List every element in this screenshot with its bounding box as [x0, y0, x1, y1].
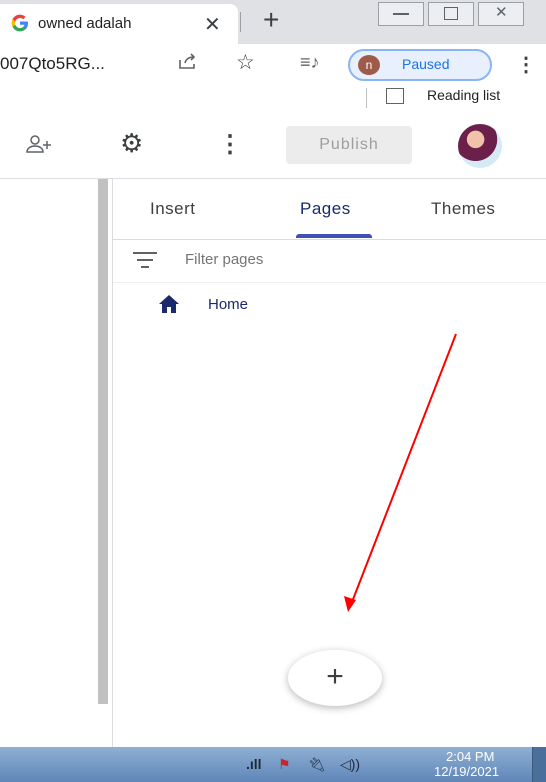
filter-icon — [133, 252, 157, 273]
home-icon — [158, 294, 180, 314]
windows-taskbar: .ıll ⚑ 🔌︎ ◁)) 2:04 PM 12/19/2021 — [0, 747, 546, 782]
sites-toolbar: ⚙ ⋮ Publish — [0, 112, 546, 179]
bookmark-star-icon[interactable]: ☆ — [236, 50, 255, 75]
panel-tabs: Insert Pages Themes — [113, 179, 546, 240]
bookmark-separator — [366, 88, 367, 108]
volume-icon[interactable]: ◁)) — [340, 756, 360, 773]
active-tab-indicator — [296, 234, 372, 238]
page-item-home[interactable]: Home — [158, 292, 358, 320]
profile-sync-chip[interactable]: n Paused — [348, 49, 492, 81]
clock-date[interactable]: 12/19/2021 — [434, 764, 499, 779]
new-tab-button[interactable]: + — [263, 4, 279, 36]
editor-canvas-area — [0, 179, 113, 747]
publish-button[interactable]: Publish — [286, 126, 412, 164]
profile-avatar-initial: n — [358, 55, 380, 75]
share-icon[interactable] — [178, 52, 198, 75]
browser-tab-strip: owned adalah ✕ + ✕ — [0, 0, 546, 44]
window-controls: ✕ — [378, 0, 546, 28]
tab-insert[interactable]: Insert — [150, 199, 196, 219]
tab-pages[interactable]: Pages — [300, 199, 351, 219]
share-with-others-icon[interactable] — [26, 134, 54, 159]
action-center-flag-icon[interactable]: ⚑ — [278, 756, 291, 773]
tab-themes[interactable]: Themes — [431, 199, 495, 219]
address-bar-row: 007Qto5RG... ☆ ≡♪ n Paused ⋮ — [0, 44, 546, 82]
reading-list-icon[interactable] — [386, 88, 404, 104]
browser-tab[interactable]: owned adalah ✕ — [0, 4, 238, 44]
more-options-icon[interactable]: ⋮ — [218, 130, 242, 159]
settings-gear-icon[interactable]: ⚙ — [120, 128, 143, 159]
filter-pages-input[interactable] — [183, 250, 487, 269]
url-text[interactable]: 007Qto5RG... — [0, 54, 105, 74]
close-window-button[interactable]: ✕ — [478, 2, 524, 26]
network-signal-icon[interactable]: .ıll — [246, 756, 262, 772]
bookmarks-bar: Reading list — [0, 82, 546, 113]
reading-list-label[interactable]: Reading list — [427, 87, 500, 103]
minimize-button[interactable] — [378, 2, 424, 26]
power-icon[interactable]: 🔌︎ — [308, 756, 326, 773]
user-avatar[interactable] — [458, 124, 502, 168]
show-desktop-button[interactable] — [532, 747, 546, 782]
media-playlist-icon[interactable]: ≡♪ — [300, 52, 320, 73]
sync-status-label: Paused — [402, 56, 450, 72]
filter-pages-row — [113, 240, 546, 283]
clock-time[interactable]: 2:04 PM — [446, 749, 494, 764]
restore-button[interactable] — [428, 2, 474, 26]
tab-title: owned adalah — [38, 15, 132, 32]
page-label: Home — [208, 296, 249, 313]
scrollbar[interactable] — [98, 179, 108, 704]
add-page-button[interactable]: + — [288, 650, 382, 706]
tab-separator — [240, 12, 241, 32]
google-logo-icon — [10, 13, 32, 35]
browser-menu-icon[interactable]: ⋮ — [516, 52, 536, 77]
tab-close-icon[interactable]: ✕ — [204, 12, 221, 37]
